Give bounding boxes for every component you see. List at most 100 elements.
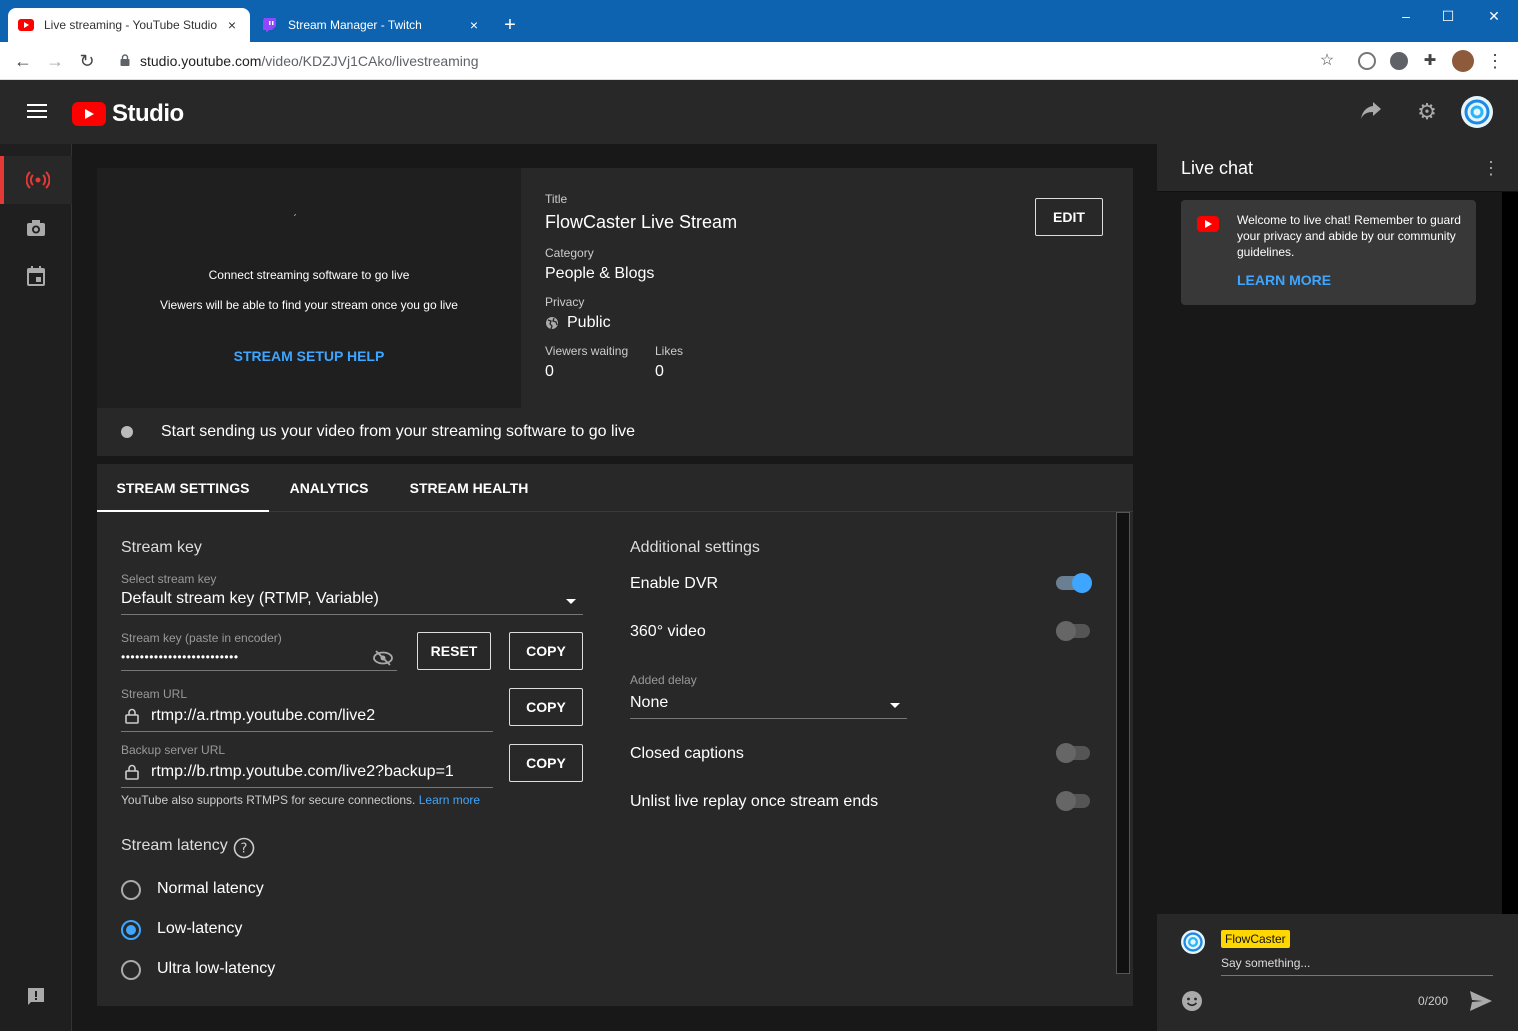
backup-url-label: Backup server URL (121, 743, 226, 757)
chat-scrollbar[interactable] (1502, 192, 1518, 914)
copy-backup-button[interactable]: COPY (509, 744, 583, 782)
toggle-knob (1072, 573, 1092, 593)
extension-record-icon[interactable] (1390, 52, 1408, 70)
category-value: People & Blogs (545, 265, 655, 282)
youtube-favicon-icon (18, 17, 34, 33)
privacy-label: Privacy (545, 295, 585, 309)
tab-stream-health[interactable]: STREAM HEALTH (403, 464, 535, 512)
nav-manage-calendar-icon[interactable] (0, 252, 72, 300)
stream-latency-heading: Stream latency (121, 837, 228, 854)
dropdown-caret-icon[interactable] (566, 599, 576, 604)
settings-tabs: STREAM SETTINGS ANALYTICS STREAM HEALTH (97, 464, 1133, 512)
backup-url-field[interactable]: rtmp://b.rtmp.youtube.com/live2?backup=1 (151, 763, 454, 781)
enable-dvr-toggle[interactable] (1056, 573, 1092, 593)
added-delay-select[interactable]: None (630, 694, 668, 712)
learn-more-button[interactable]: LEARN MORE (1237, 272, 1331, 288)
hamburger-menu-icon[interactable] (27, 104, 47, 122)
url-path: /video/KDZJVj1CAko/livestreaming (261, 53, 479, 69)
normal-latency-label[interactable]: Normal latency (157, 880, 264, 898)
nav-feedback-icon[interactable] (0, 973, 72, 1021)
stream-title: FlowCaster Live Stream (545, 212, 738, 232)
browser-titlebar: Live streaming - YouTube Studio × Stream… (0, 0, 1518, 42)
extensions-puzzle-icon[interactable]: ✚ (1419, 50, 1441, 72)
tab-youtube-studio[interactable]: Live streaming - YouTube Studio × (8, 8, 250, 42)
stream-key-field[interactable]: ••••••••••••••••••••••••• (121, 650, 239, 664)
tab-title: Live streaming - YouTube Studio (44, 18, 217, 32)
help-icon[interactable]: ? (233, 837, 255, 864)
settings-gear-icon[interactable]: ⚙ (1415, 100, 1439, 124)
low-latency-label[interactable]: Low-latency (157, 920, 242, 938)
tab-twitch[interactable]: Stream Manager - Twitch × (252, 8, 492, 42)
viewers-waiting-value: 0 (545, 363, 554, 380)
close-window-button[interactable]: ✕ (1474, 4, 1514, 28)
360-video-toggle[interactable] (1056, 621, 1092, 641)
back-icon[interactable]: ← (12, 50, 34, 72)
privacy-value: Public (567, 314, 611, 331)
title-label: Title (545, 192, 568, 206)
tab-close-icon[interactable]: × (224, 17, 240, 33)
radio-ultra-low-latency[interactable] (121, 960, 141, 980)
more-options-icon[interactable]: ⋮ (1482, 158, 1500, 179)
radio-low-latency[interactable] (121, 920, 141, 940)
dropdown-caret-icon[interactable] (890, 703, 900, 708)
unlist-replay-toggle[interactable] (1056, 791, 1092, 811)
visibility-off-icon[interactable] (373, 650, 393, 671)
360-video-label: 360° video (630, 623, 706, 640)
new-tab-button[interactable]: + (500, 14, 520, 37)
copy-key-button[interactable]: COPY (509, 632, 583, 670)
studio-app: Studio ⚙ ˊ Connect streaming software to… (0, 80, 1518, 1031)
profile-avatar-icon[interactable] (1452, 50, 1474, 72)
send-icon[interactable] (1469, 990, 1493, 1012)
toggle-knob (1056, 791, 1076, 811)
emoji-icon[interactable] (1181, 990, 1203, 1012)
copy-url-button[interactable]: COPY (509, 688, 583, 726)
loading-spinner-icon: ˊ (293, 212, 297, 226)
added-delay-label: Added delay (630, 673, 697, 687)
lock-icon (120, 53, 130, 69)
edit-button[interactable]: EDIT (1035, 198, 1103, 236)
share-icon[interactable] (1359, 100, 1383, 124)
chat-message-input[interactable]: Say something... (1221, 956, 1310, 970)
settings-scrollbar[interactable] (1116, 512, 1130, 974)
tab-close-icon[interactable]: × (466, 17, 482, 33)
forward-icon[interactable]: → (44, 50, 66, 72)
maximize-button[interactable]: ☐ (1428, 4, 1468, 28)
closed-captions-label: Closed captions (630, 745, 744, 762)
youtube-logo-icon (72, 102, 106, 126)
rtmps-note-text: YouTube also supports RTMPS for secure c… (121, 793, 416, 807)
live-chat-panel: Live chat ⋮ Welcome to live chat! Rememb… (1157, 144, 1518, 1031)
radio-normal-latency[interactable] (121, 880, 141, 900)
likes-label: Likes (655, 344, 684, 358)
stream-url-field[interactable]: rtmp://a.rtmp.youtube.com/live2 (151, 707, 375, 725)
backup-underline (121, 787, 493, 788)
ultra-low-latency-label[interactable]: Ultra low-latency (157, 960, 275, 978)
learn-more-link[interactable]: Learn more (419, 793, 480, 807)
stream-setup-help-link[interactable]: STREAM SETUP HELP (97, 348, 521, 364)
extension-g-icon[interactable] (1358, 52, 1376, 70)
youtube-logo-icon (1197, 216, 1219, 232)
browser-menu-icon[interactable]: ⋮ (1484, 50, 1506, 72)
user-avatar (1181, 930, 1205, 954)
url-field[interactable]: studio.youtube.com/video/KDZJVj1CAko/liv… (114, 48, 1346, 74)
chat-input-area: FlowCaster Say something... 0/200 (1157, 914, 1518, 1031)
channel-avatar[interactable] (1461, 96, 1493, 128)
nav-webcam-icon[interactable] (0, 204, 72, 252)
live-chat-header: Live chat ⋮ (1157, 144, 1518, 192)
status-message: Start sending us your video from your st… (161, 423, 635, 440)
nav-stream-icon[interactable] (0, 156, 72, 204)
address-bar: ← → ↻ studio.youtube.com/video/KDZJVj1CA… (0, 42, 1518, 80)
studio-logo[interactable]: Studio (72, 100, 184, 128)
reset-button[interactable]: RESET (417, 632, 491, 670)
stream-settings-panel: STREAM SETTINGS ANALYTICS STREAM HEALTH … (97, 464, 1133, 1006)
closed-captions-toggle[interactable] (1056, 743, 1092, 763)
tab-analytics[interactable]: ANALYTICS (281, 464, 377, 512)
stream-key-select[interactable]: Default stream key (RTMP, Variable) (121, 590, 379, 608)
delay-underline (630, 718, 907, 719)
lock-icon (125, 764, 139, 780)
tab-stream-settings[interactable]: STREAM SETTINGS (97, 464, 269, 512)
reload-icon[interactable]: ↻ (76, 50, 98, 72)
studio-header: Studio ⚙ (0, 80, 1518, 144)
bookmark-star-icon[interactable]: ☆ (1316, 50, 1338, 72)
svg-text:?: ? (241, 842, 248, 857)
minimize-button[interactable]: – (1386, 4, 1426, 28)
